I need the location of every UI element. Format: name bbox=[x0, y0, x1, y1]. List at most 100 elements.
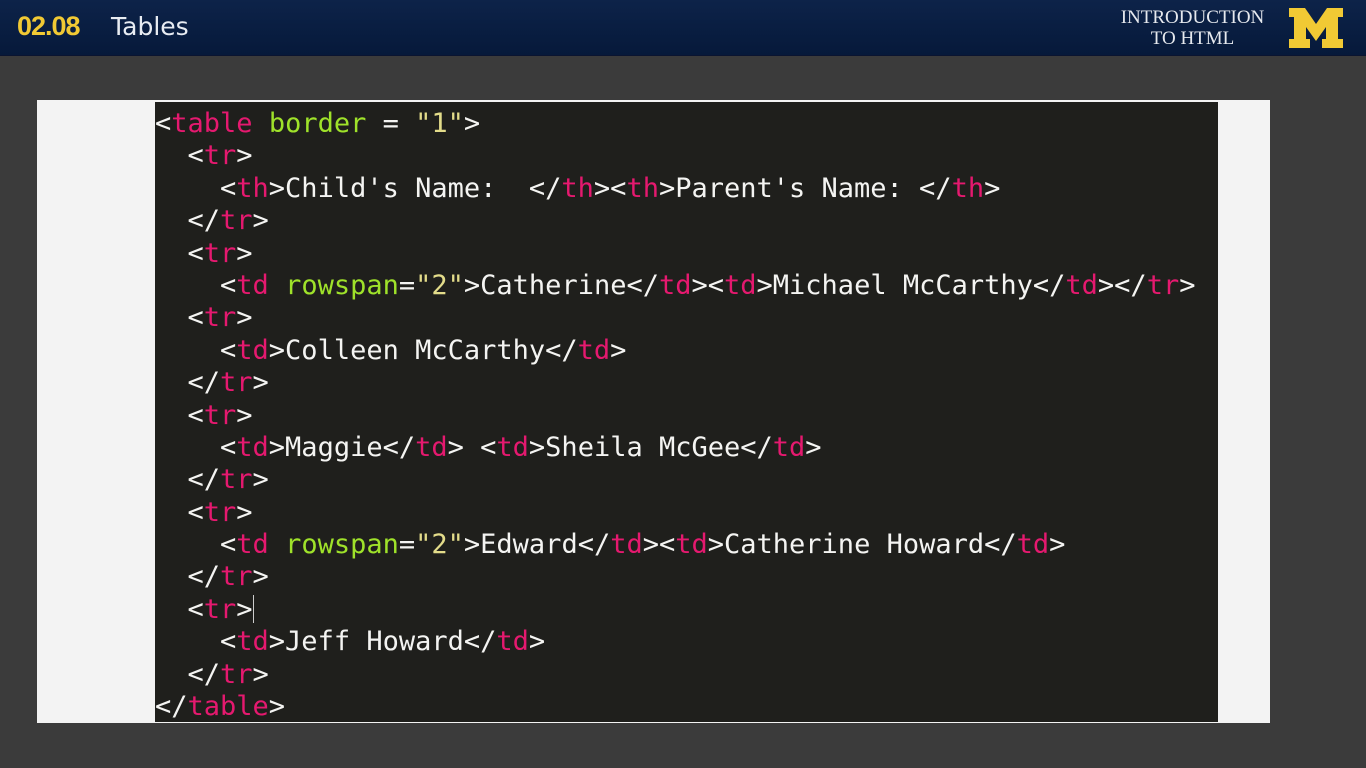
code-token-tag: tr bbox=[220, 561, 253, 593]
code-token-txt: >Catherine Howard</ bbox=[707, 529, 1017, 561]
code-token-attr: rowspan bbox=[285, 529, 399, 561]
text-cursor bbox=[252, 594, 254, 623]
code-token-txt: >Colleen McCarthy</ bbox=[268, 334, 578, 366]
code-token-txt: >Sheila McGee</ bbox=[528, 431, 773, 463]
code-token-txt: > bbox=[252, 561, 269, 593]
code-token-txt: > bbox=[528, 626, 546, 658]
code-line: <tr> bbox=[155, 302, 1195, 334]
code-token-txt: > bbox=[268, 691, 286, 723]
code-token-tag: td bbox=[236, 431, 269, 463]
code-token-tag: tr bbox=[203, 140, 237, 172]
code-token-attr: rowspan bbox=[285, 269, 399, 301]
code-token-txt: > bbox=[1179, 269, 1196, 301]
code-line: <td>Colleen McCarthy</td> bbox=[155, 335, 1195, 367]
code-token-txt: > bbox=[236, 399, 253, 431]
code-token-txt: >< bbox=[642, 529, 676, 561]
code-token-txt: < bbox=[155, 140, 204, 172]
code-token-txt: >Catherine</ bbox=[463, 269, 659, 301]
course-title-line1: INTRODUCTION bbox=[1120, 7, 1265, 28]
code-token-txt: >< bbox=[593, 172, 627, 204]
code-token-tag: th bbox=[236, 172, 269, 204]
code-token-txt: > bbox=[236, 593, 253, 625]
code-token-txt: < bbox=[155, 399, 204, 431]
code-token-tag: tr bbox=[203, 399, 237, 431]
code-token-txt: > bbox=[236, 237, 253, 269]
code-token-txt: > bbox=[236, 496, 253, 528]
code-line: <tr> bbox=[155, 497, 1195, 529]
code-token-tag: tr bbox=[220, 658, 253, 690]
code-token-tag: tr bbox=[203, 593, 237, 625]
code-token-tag: td bbox=[236, 269, 269, 301]
code-token-txt: >Jeff Howard</ bbox=[268, 626, 497, 658]
code-token-tag: td bbox=[724, 269, 757, 301]
code-line: </tr> bbox=[155, 464, 1195, 496]
lesson-title: Tables bbox=[111, 12, 189, 41]
code-token-txt: > bbox=[805, 431, 822, 463]
code-token-txt: < bbox=[155, 593, 204, 625]
code-token-txt: > bbox=[1049, 529, 1066, 561]
code-line: </tr> bbox=[155, 561, 1195, 593]
code-token-str: "1" bbox=[415, 108, 464, 139]
code-token-txt: < bbox=[155, 496, 204, 528]
code-token-txt: </ bbox=[155, 464, 221, 496]
code-line: <th>Child's Name: </th><th>Parent's Name… bbox=[155, 173, 1195, 205]
title-bar: 02.08 Tables INTRODUCTION TO HTML bbox=[0, 0, 1366, 56]
code-token-tag: th bbox=[561, 172, 594, 204]
code-token-txt: >Maggie</ bbox=[268, 431, 416, 463]
code-token-txt: < bbox=[155, 626, 237, 658]
code-token-tag: td bbox=[236, 529, 269, 561]
code-token-tag: tr bbox=[203, 237, 237, 269]
code-token-tag: td bbox=[675, 529, 708, 561]
code-token-tag: td bbox=[236, 334, 269, 366]
code-line: <td>Maggie</td> <td>Sheila McGee</td> bbox=[155, 432, 1195, 464]
code-token-tag: td bbox=[577, 334, 611, 366]
code-token-txt: > bbox=[984, 172, 1001, 204]
code-line: <td rowspan="2">Edward</td><td>Catherine… bbox=[155, 529, 1195, 561]
code-line: </tr> bbox=[155, 205, 1195, 237]
code-line: <tr> bbox=[155, 238, 1195, 270]
code-token-txt: < bbox=[155, 237, 204, 269]
code-token-txt: = bbox=[366, 108, 416, 139]
code-token-txt: < bbox=[155, 269, 237, 301]
code-token-txt: < bbox=[155, 302, 204, 334]
code-token-txt: > bbox=[236, 140, 253, 172]
code-line: <table border = "1"> bbox=[155, 108, 1195, 140]
code-token-tag: td bbox=[1016, 529, 1050, 561]
code-token-txt: < bbox=[155, 334, 237, 366]
code-token-txt: < bbox=[155, 431, 237, 463]
code-token-str: "2" bbox=[415, 269, 464, 301]
code-token-txt: > bbox=[252, 205, 269, 237]
code-token-tag: td bbox=[496, 626, 529, 658]
code-token-txt: </ bbox=[155, 658, 221, 690]
code-listing: <table border = "1"> <tr> <th>Child's Na… bbox=[155, 108, 1195, 723]
code-token-tag: td bbox=[496, 431, 529, 463]
code-token-txt: >Parent's Name: </ bbox=[658, 172, 952, 204]
code-line: </tr> bbox=[155, 659, 1195, 691]
code-token-txt: >< bbox=[691, 269, 725, 301]
code-line: </tr> bbox=[155, 367, 1195, 399]
code-token-tag: tr bbox=[220, 367, 253, 399]
code-token-txt: > bbox=[236, 302, 253, 334]
code-token-tag: td bbox=[236, 626, 269, 658]
code-token-tag: td bbox=[610, 529, 643, 561]
code-token-tag: tr bbox=[220, 464, 253, 496]
code-token-tag: th bbox=[626, 172, 659, 204]
code-token-txt: > bbox=[252, 658, 269, 690]
code-token-tag: td bbox=[772, 431, 806, 463]
code-token-txt: </ bbox=[155, 205, 221, 237]
code-token-tag: table bbox=[187, 691, 269, 723]
code-token-txt: > bbox=[463, 108, 481, 139]
code-line: <td rowspan="2">Catherine</td><td>Michae… bbox=[155, 270, 1195, 302]
code-token-tag: td bbox=[658, 269, 692, 301]
code-token-tag: th bbox=[951, 172, 985, 204]
code-token-txt: < bbox=[155, 172, 237, 204]
code-token-txt: = bbox=[398, 529, 416, 561]
code-token-txt: > bbox=[252, 464, 269, 496]
code-token-txt: >Edward</ bbox=[463, 529, 611, 561]
code-token-txt: > bbox=[610, 334, 627, 366]
code-token-tag: tr bbox=[220, 205, 253, 237]
code-token-txt: > < bbox=[447, 431, 497, 463]
